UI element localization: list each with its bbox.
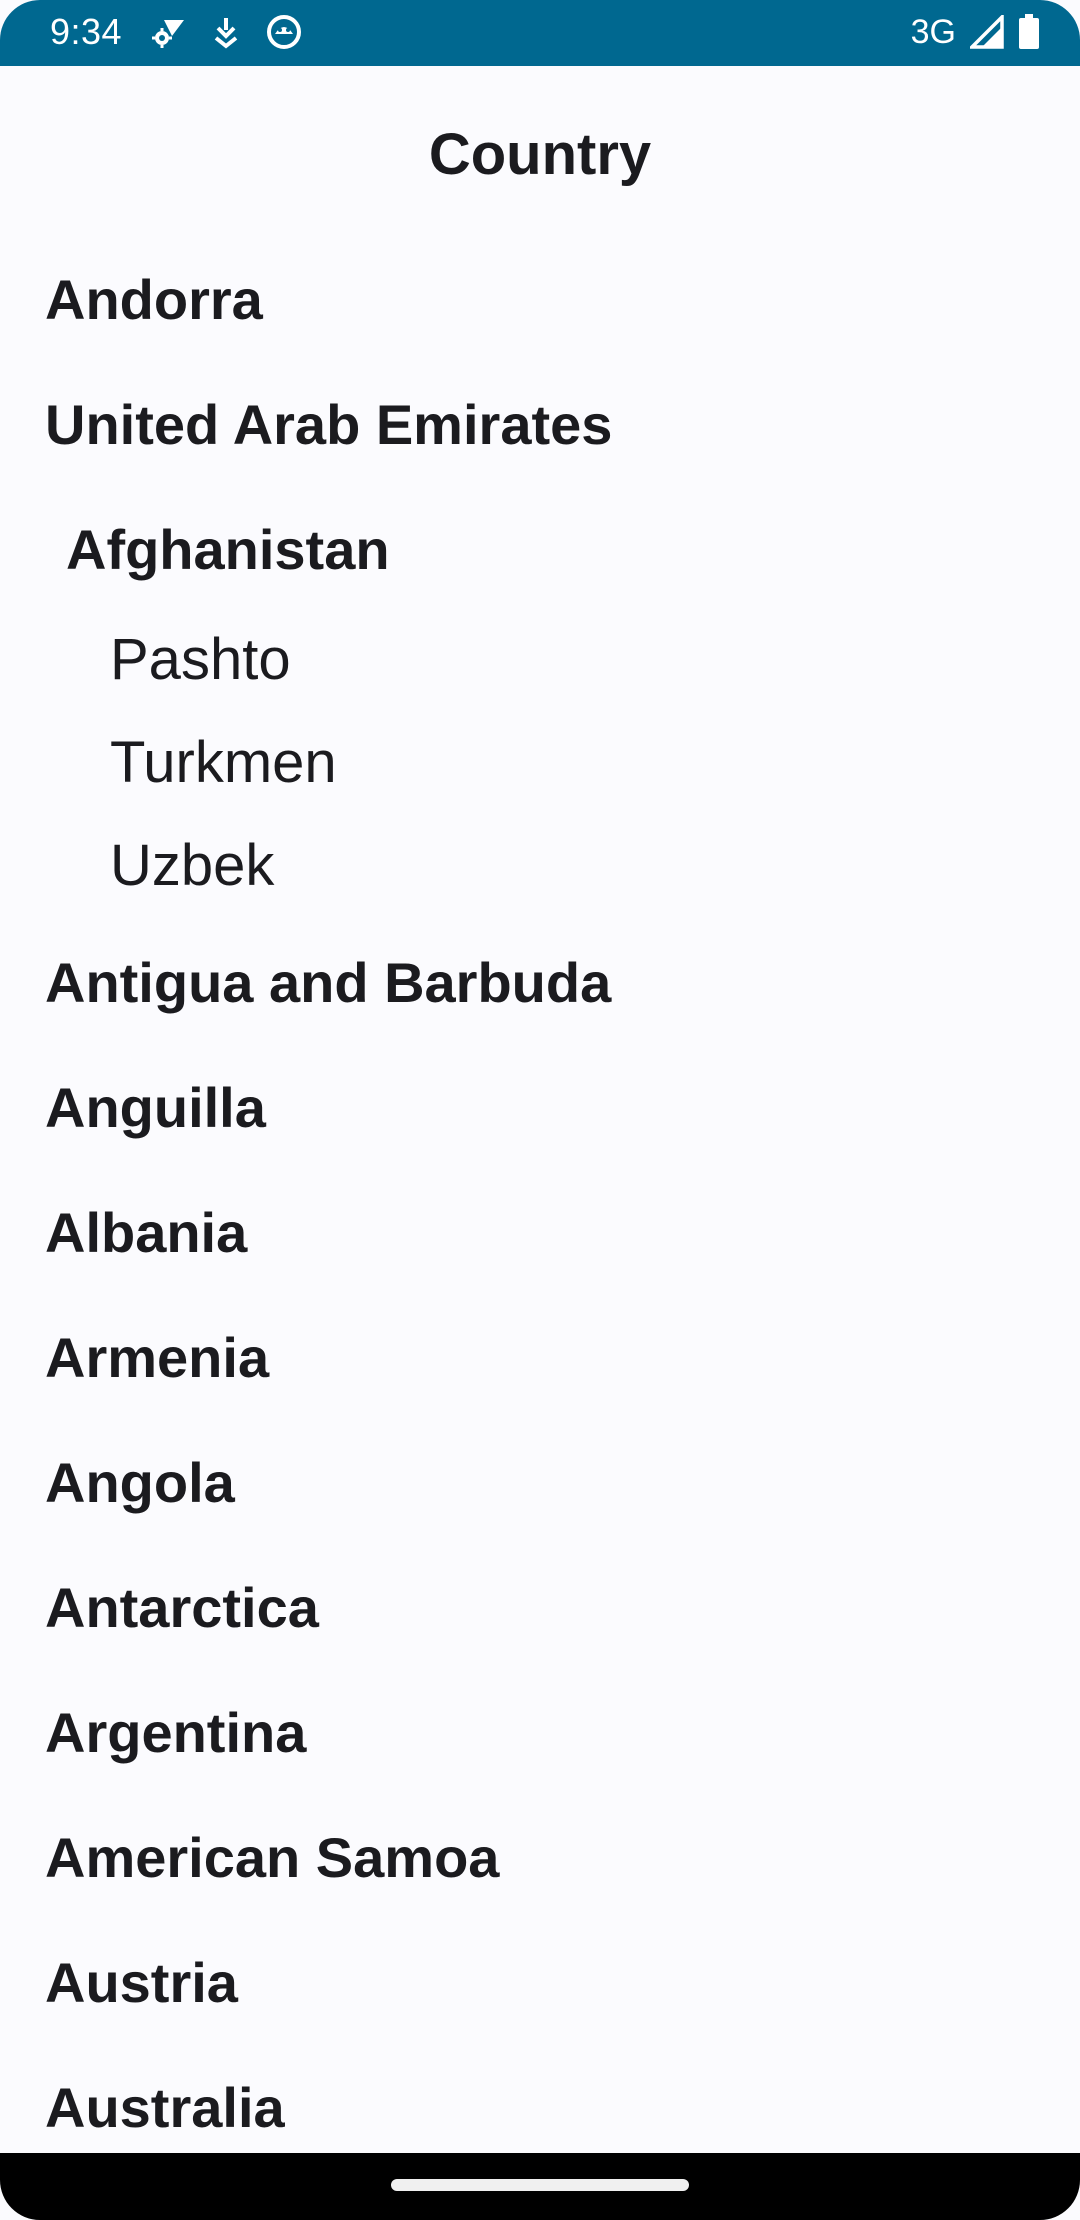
download-icon xyxy=(214,18,238,49)
status-icons-right: 3G xyxy=(911,10,1040,54)
country-item-argentina[interactable]: Argentina xyxy=(45,1683,306,1783)
status-time: 9:34 xyxy=(50,11,123,52)
signal-icon xyxy=(970,15,1004,49)
status-bar: 9:34 3G xyxy=(0,0,1080,66)
page-title: Country xyxy=(428,122,652,187)
settings-wifi-icon xyxy=(152,20,184,48)
country-item-angola[interactable]: Angola xyxy=(45,1433,235,1533)
language-item-turkmen[interactable]: Turkmen xyxy=(110,718,337,808)
country-item-american-samoa[interactable]: American Samoa xyxy=(45,1808,499,1908)
navigation-bar xyxy=(0,2153,1080,2220)
android-debug-icon xyxy=(267,15,301,49)
battery-icon xyxy=(1019,14,1039,49)
country-item-afghanistan[interactable]: Afghanistan xyxy=(66,500,390,600)
country-item-anguilla[interactable]: Anguilla xyxy=(45,1058,266,1158)
country-item-australia[interactable]: Australia xyxy=(45,2058,285,2158)
language-item-uzbek[interactable]: Uzbek xyxy=(110,821,274,911)
network-type-label: 3G xyxy=(910,13,956,51)
country-item-united-arab-emirates[interactable]: United Arab Emirates xyxy=(45,375,612,475)
status-icons-left xyxy=(150,14,302,50)
country-item-austria[interactable]: Austria xyxy=(45,1933,238,2033)
language-item-pashto[interactable]: Pashto xyxy=(110,615,291,705)
country-item-andorra[interactable]: Andorra xyxy=(45,250,263,350)
country-item-antigua-and-barbuda[interactable]: Antigua and Barbuda xyxy=(45,933,611,1033)
country-item-armenia[interactable]: Armenia xyxy=(45,1308,269,1408)
country-item-albania[interactable]: Albania xyxy=(45,1183,247,1283)
home-gesture-handle[interactable] xyxy=(391,2179,689,2191)
country-item-antarctica[interactable]: Antarctica xyxy=(45,1558,319,1658)
